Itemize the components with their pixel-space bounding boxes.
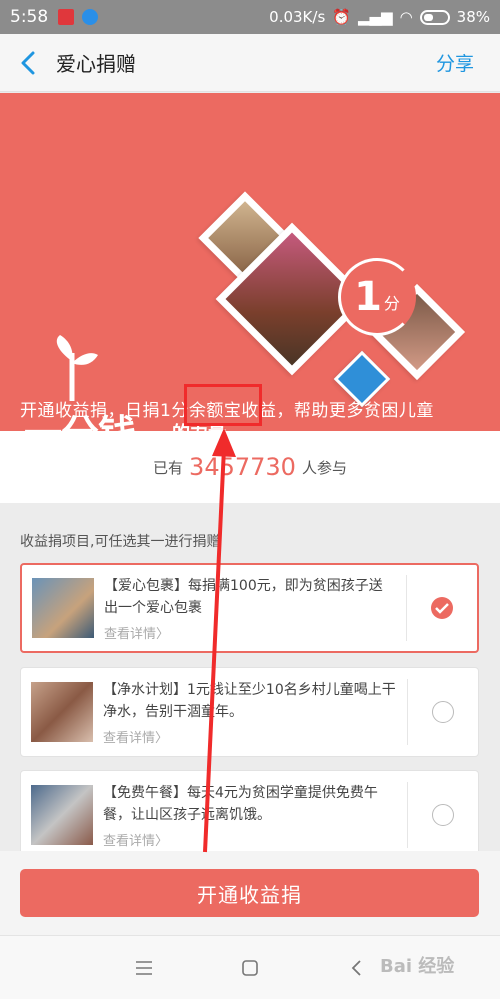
battery-level: 38% (456, 8, 490, 26)
project-card-free-lunch[interactable]: 【免费午餐】每天4元为贫困学童提供免费午餐，让山区孩子远离饥饿。 查看详情〉 (20, 770, 479, 860)
radio-unchecked-icon (432, 804, 454, 826)
notification-app-icon (58, 9, 75, 25)
project-description: 【免费午餐】每天4元为贫困学童提供免费午餐，让山区孩子远离饥饿。 (103, 784, 378, 823)
participants-row: 已有 3457730 人参与 (0, 431, 500, 503)
share-button[interactable]: 分享 (436, 49, 474, 76)
sprout-icon (56, 335, 98, 401)
participants-count: 3457730 (189, 453, 296, 481)
menu-icon (136, 960, 152, 975)
project-radio[interactable] (408, 701, 478, 723)
section-label: 收益捐项目,可任选其一进行捐赠 (20, 534, 221, 550)
alarm-icon: ⏰ (332, 8, 351, 26)
notification-bird-icon (82, 9, 99, 25)
annotation-highlight-box (184, 384, 262, 426)
menu-button[interactable] (132, 956, 156, 980)
nav-bar: 爱心捐赠 分享 (0, 34, 500, 92)
home-icon (242, 959, 258, 976)
back-arrow-icon (21, 51, 35, 74)
home-button[interactable] (238, 956, 262, 980)
project-thumbnail (31, 785, 93, 845)
project-radio[interactable] (407, 597, 477, 619)
radio-unchecked-icon (432, 701, 454, 723)
banner: 1 分 一分钱 的力量 (0, 93, 500, 431)
system-back-button[interactable] (344, 956, 368, 980)
status-bar: 5:58 0.03K/s ⏰ ▂▄▆ ◠ 38% (0, 0, 500, 34)
project-description: 【爱心包裹】每捐满100元，即为贫困孩子送出一个爱心包裹 (104, 577, 383, 616)
project-thumbnail (31, 682, 93, 742)
network-speed: 0.03K/s (269, 8, 326, 26)
project-radio[interactable] (408, 804, 478, 826)
check-icon (431, 597, 453, 619)
project-card-love-package[interactable]: 【爱心包裹】每捐满100元，即为贫困孩子送出一个爱心包裹 查看详情〉 (20, 563, 479, 653)
project-description: 【净水计划】1元钱让至少10名乡村儿童喝上干净水，告别干涸童年。 (103, 681, 396, 720)
battery-icon (419, 9, 450, 25)
page-title: 爱心捐赠 (56, 52, 136, 76)
one-cent-badge: 1 分 (338, 258, 416, 336)
project-card-clean-water[interactable]: 【净水计划】1元钱让至少10名乡村儿童喝上干净水，告别干涸童年。 查看详情〉 (20, 667, 479, 757)
enable-donation-button[interactable]: 开通收益捐 (20, 869, 479, 917)
view-details-link[interactable]: 查看详情〉 (103, 727, 397, 746)
back-icon (351, 959, 361, 976)
view-details-link[interactable]: 查看详情〉 (103, 830, 397, 849)
view-details-link[interactable]: 查看详情〉 (104, 623, 396, 642)
watermark: Bai 经验 (380, 956, 455, 977)
wifi-icon: ◠ (399, 8, 413, 26)
participants-suffix: 人参与 (301, 458, 347, 477)
signal-icon: ▂▄▆ (357, 8, 393, 26)
back-button[interactable] (0, 34, 56, 92)
project-thumbnail (32, 578, 94, 638)
status-time: 5:58 (10, 7, 49, 27)
participants-prefix: 已有 (153, 458, 184, 477)
